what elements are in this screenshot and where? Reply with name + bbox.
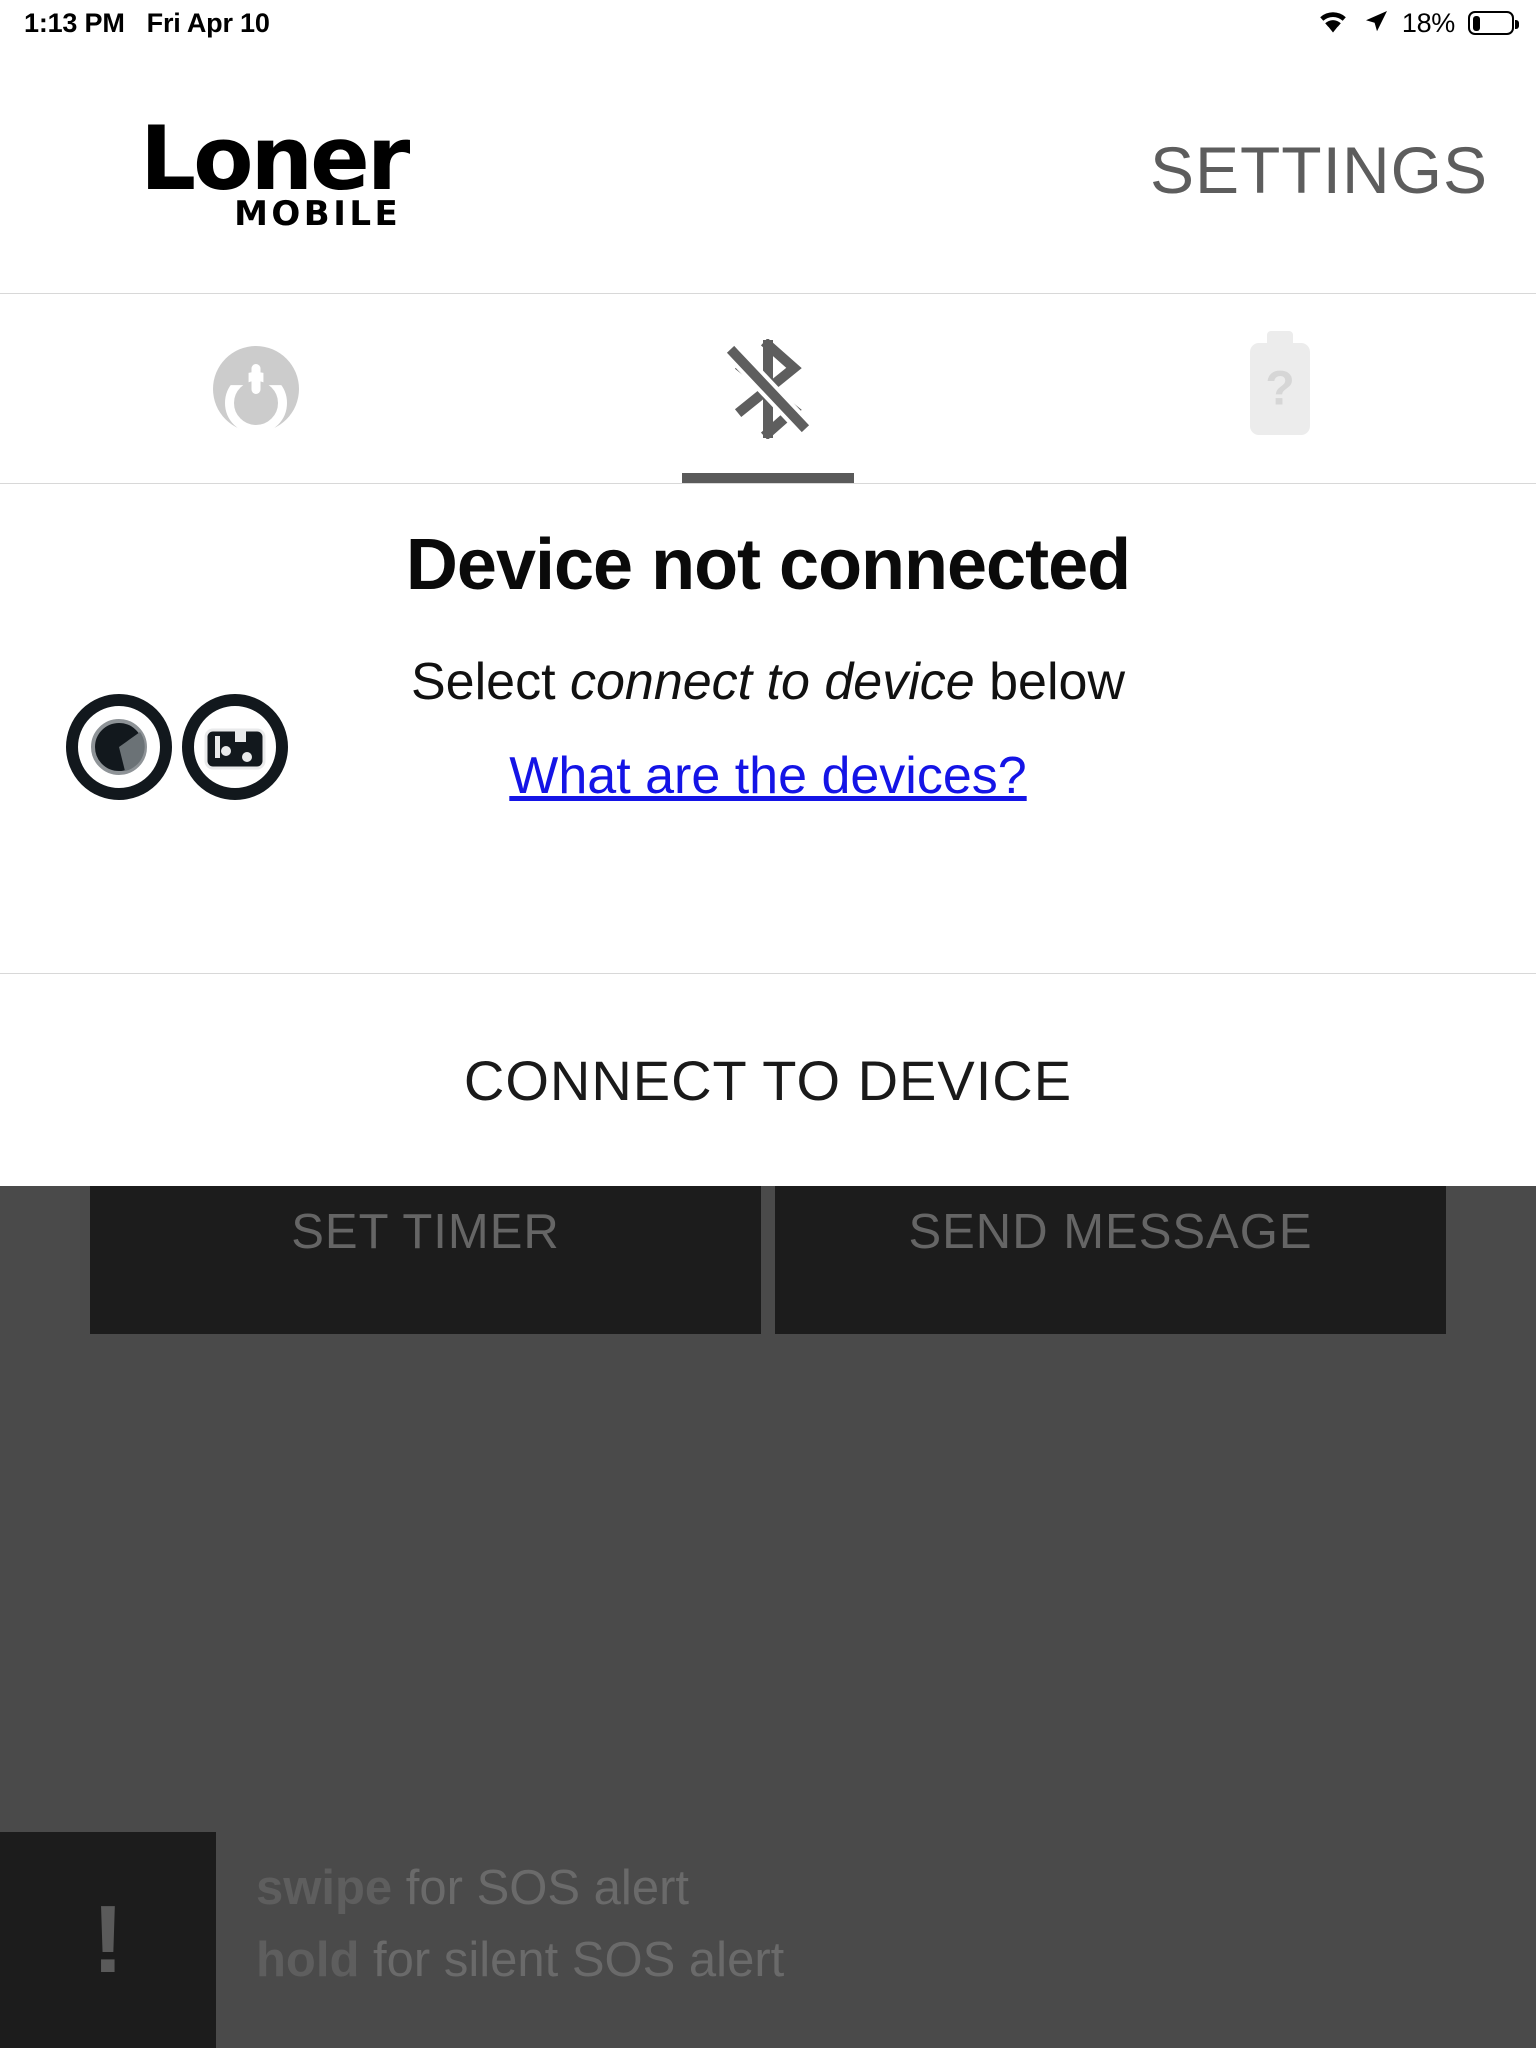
sos-exclamation-glyph: ! [92, 1886, 124, 1993]
battery-percent-label: 18% [1401, 7, 1455, 38]
status-time: 1:13 PM [24, 7, 125, 38]
logo-wordmark: Loner [140, 106, 410, 210]
set-timer-button[interactable]: SET TIMER [90, 1186, 761, 1334]
sos-bar[interactable]: ! swipe for SOS alert hold for silent SO… [0, 1832, 1536, 2048]
status-bar: 1:13 PM Fri Apr 10 18% [0, 0, 1536, 46]
connect-to-device-button[interactable]: CONNECT TO DEVICE [0, 974, 1536, 1186]
radio-device-icon [182, 694, 288, 800]
settings-button[interactable]: SETTINGS [1150, 132, 1488, 208]
battery-question-glyph: ? [1265, 362, 1295, 415]
sos-hold-keyword: hold [256, 1933, 360, 1987]
tab-active-indicator [682, 473, 854, 483]
action-button-row: SET TIMER SEND MESSAGE [0, 1186, 1536, 1334]
tab-power[interactable] [0, 294, 512, 483]
sos-line-hold: hold for silent SOS alert [256, 1932, 1536, 1988]
tab-bluetooth[interactable] [512, 294, 1024, 483]
app-header: Loner MOBILE SETTINGS [0, 46, 1536, 294]
sos-alert-icon[interactable]: ! [0, 1832, 216, 2048]
location-arrow-icon [1363, 8, 1389, 39]
tab-battery[interactable]: ? [1024, 294, 1536, 483]
device-status-headline: Device not connected [405, 525, 1131, 605]
battery-icon [1468, 11, 1519, 35]
status-bar-left: 1:13 PM Fri Apr 10 [24, 8, 270, 39]
battery-fill [1472, 15, 1481, 31]
beacon-device-icon [66, 694, 172, 800]
dimmed-app-overlay: SET TIMER SEND MESSAGE ! swipe for SOS a… [0, 1186, 1536, 2048]
sos-hold-rest: for silent SOS alert [359, 1933, 785, 1987]
battery-unknown-icon: ? [1250, 342, 1310, 435]
status-tab-bar: ? [0, 294, 1536, 484]
bluetooth-disabled-icon [722, 337, 814, 440]
subline-emphasis: connect to device [569, 653, 975, 711]
app-logo: Loner MOBILE [140, 106, 410, 231]
send-message-button[interactable]: SEND MESSAGE [775, 1186, 1446, 1334]
sos-instructions: swipe for SOS alert hold for silent SOS … [216, 1832, 1536, 2048]
set-timer-label: SET TIMER [291, 1205, 560, 1259]
subline-suffix: below [974, 653, 1125, 711]
wifi-icon [1316, 8, 1350, 39]
status-bar-right: 18% [1316, 7, 1519, 39]
connect-to-device-label: CONNECT TO DEVICE [463, 1048, 1073, 1112]
status-date: Fri Apr 10 [146, 7, 270, 38]
send-message-label: SEND MESSAGE [908, 1205, 1313, 1259]
sos-line-swipe: swipe for SOS alert [256, 1860, 1536, 1916]
power-button-icon [213, 345, 299, 432]
subline-prefix: Select [411, 653, 570, 711]
sos-swipe-keyword: swipe [256, 1861, 393, 1915]
device-status-panel: Device not connected Select connect to d… [0, 484, 1536, 974]
device-icon-group [66, 694, 288, 800]
sos-swipe-rest: for SOS alert [392, 1861, 689, 1915]
